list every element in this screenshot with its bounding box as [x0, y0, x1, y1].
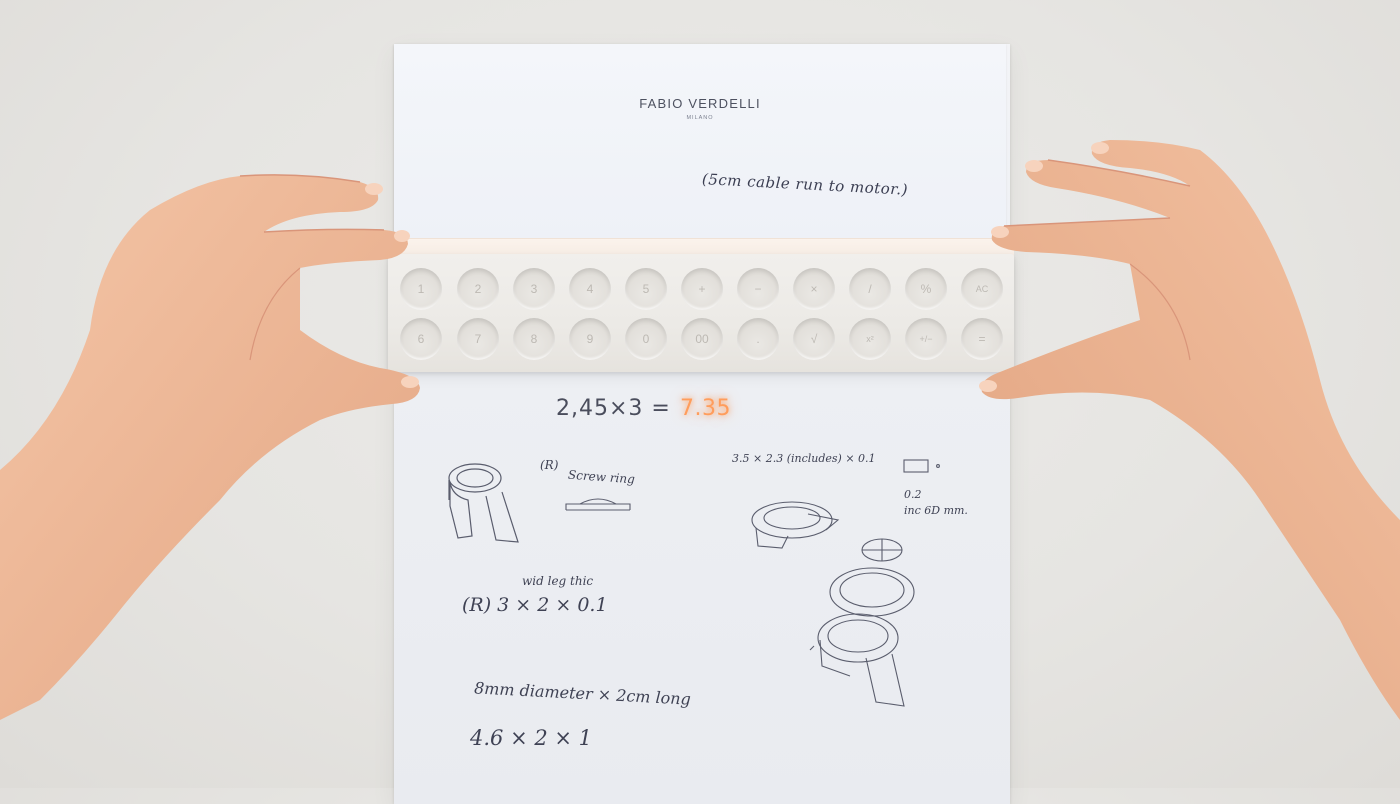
- key-multiply[interactable]: ×: [793, 268, 835, 310]
- key-all-clear[interactable]: AC: [961, 268, 1003, 310]
- key-sqrt[interactable]: √: [793, 318, 835, 360]
- key-sign[interactable]: +/−: [905, 318, 947, 360]
- calculator: 1 2 3 4 5 + − × / % AC 6 7 8 9 0 00 . √ …: [388, 254, 1014, 372]
- note-inc-2: inc 6D mm.: [904, 504, 968, 517]
- projected-result-display: 7.35: [680, 396, 731, 421]
- brand-city: MILANO: [686, 115, 714, 121]
- key-equals[interactable]: =: [961, 318, 1003, 360]
- key-plus[interactable]: +: [681, 268, 723, 310]
- watch-exploded-sketch: [809, 538, 915, 707]
- right-hand: [979, 140, 1400, 720]
- note-wid-len-thic: wid leg thic: [522, 574, 594, 588]
- key-0[interactable]: 0: [625, 318, 667, 360]
- note-r-dims: (R) 3 × 2 × 0.1: [462, 594, 608, 616]
- key-7[interactable]: 7: [457, 318, 499, 360]
- key-2[interactable]: 2: [457, 268, 499, 310]
- note-inc-1: 0.2: [904, 488, 922, 501]
- keypad: 1 2 3 4 5 + − × / % AC 6 7 8 9 0 00 . √ …: [396, 262, 1006, 366]
- dimension-box-sketch: [903, 459, 940, 473]
- key-decimal[interactable]: .: [737, 318, 779, 360]
- key-1[interactable]: 1: [400, 268, 442, 310]
- key-9[interactable]: 9: [569, 318, 611, 360]
- key-percent[interactable]: %: [905, 268, 947, 310]
- key-3[interactable]: 3: [513, 268, 555, 310]
- key-minus[interactable]: −: [737, 268, 779, 310]
- key-6[interactable]: 6: [400, 318, 442, 360]
- key-double-zero[interactable]: 00: [681, 318, 723, 360]
- brand-name: FABIO VERDELLI: [639, 96, 761, 111]
- handwritten-expression: 2,45×3 =: [556, 396, 671, 421]
- letterhead-card: [394, 44, 1006, 244]
- screw-ring-sketch: [565, 498, 631, 511]
- key-5[interactable]: 5: [625, 268, 667, 310]
- key-4[interactable]: 4: [569, 268, 611, 310]
- watch-case-sketch: [448, 463, 519, 543]
- note-dims-top: 3.5 × 2.3 (includes) × 0.1: [732, 452, 876, 465]
- key-8[interactable]: 8: [513, 318, 555, 360]
- key-divide[interactable]: /: [849, 268, 891, 310]
- note-r-label: (R): [540, 458, 559, 472]
- note-bottom-dims: 4.6 × 2 × 1: [470, 726, 593, 750]
- key-square[interactable]: x²: [849, 318, 891, 360]
- photo-scene: FABIO VERDELLI MILANO (5cm cable run to …: [0, 0, 1400, 804]
- left-hand: [0, 174, 420, 720]
